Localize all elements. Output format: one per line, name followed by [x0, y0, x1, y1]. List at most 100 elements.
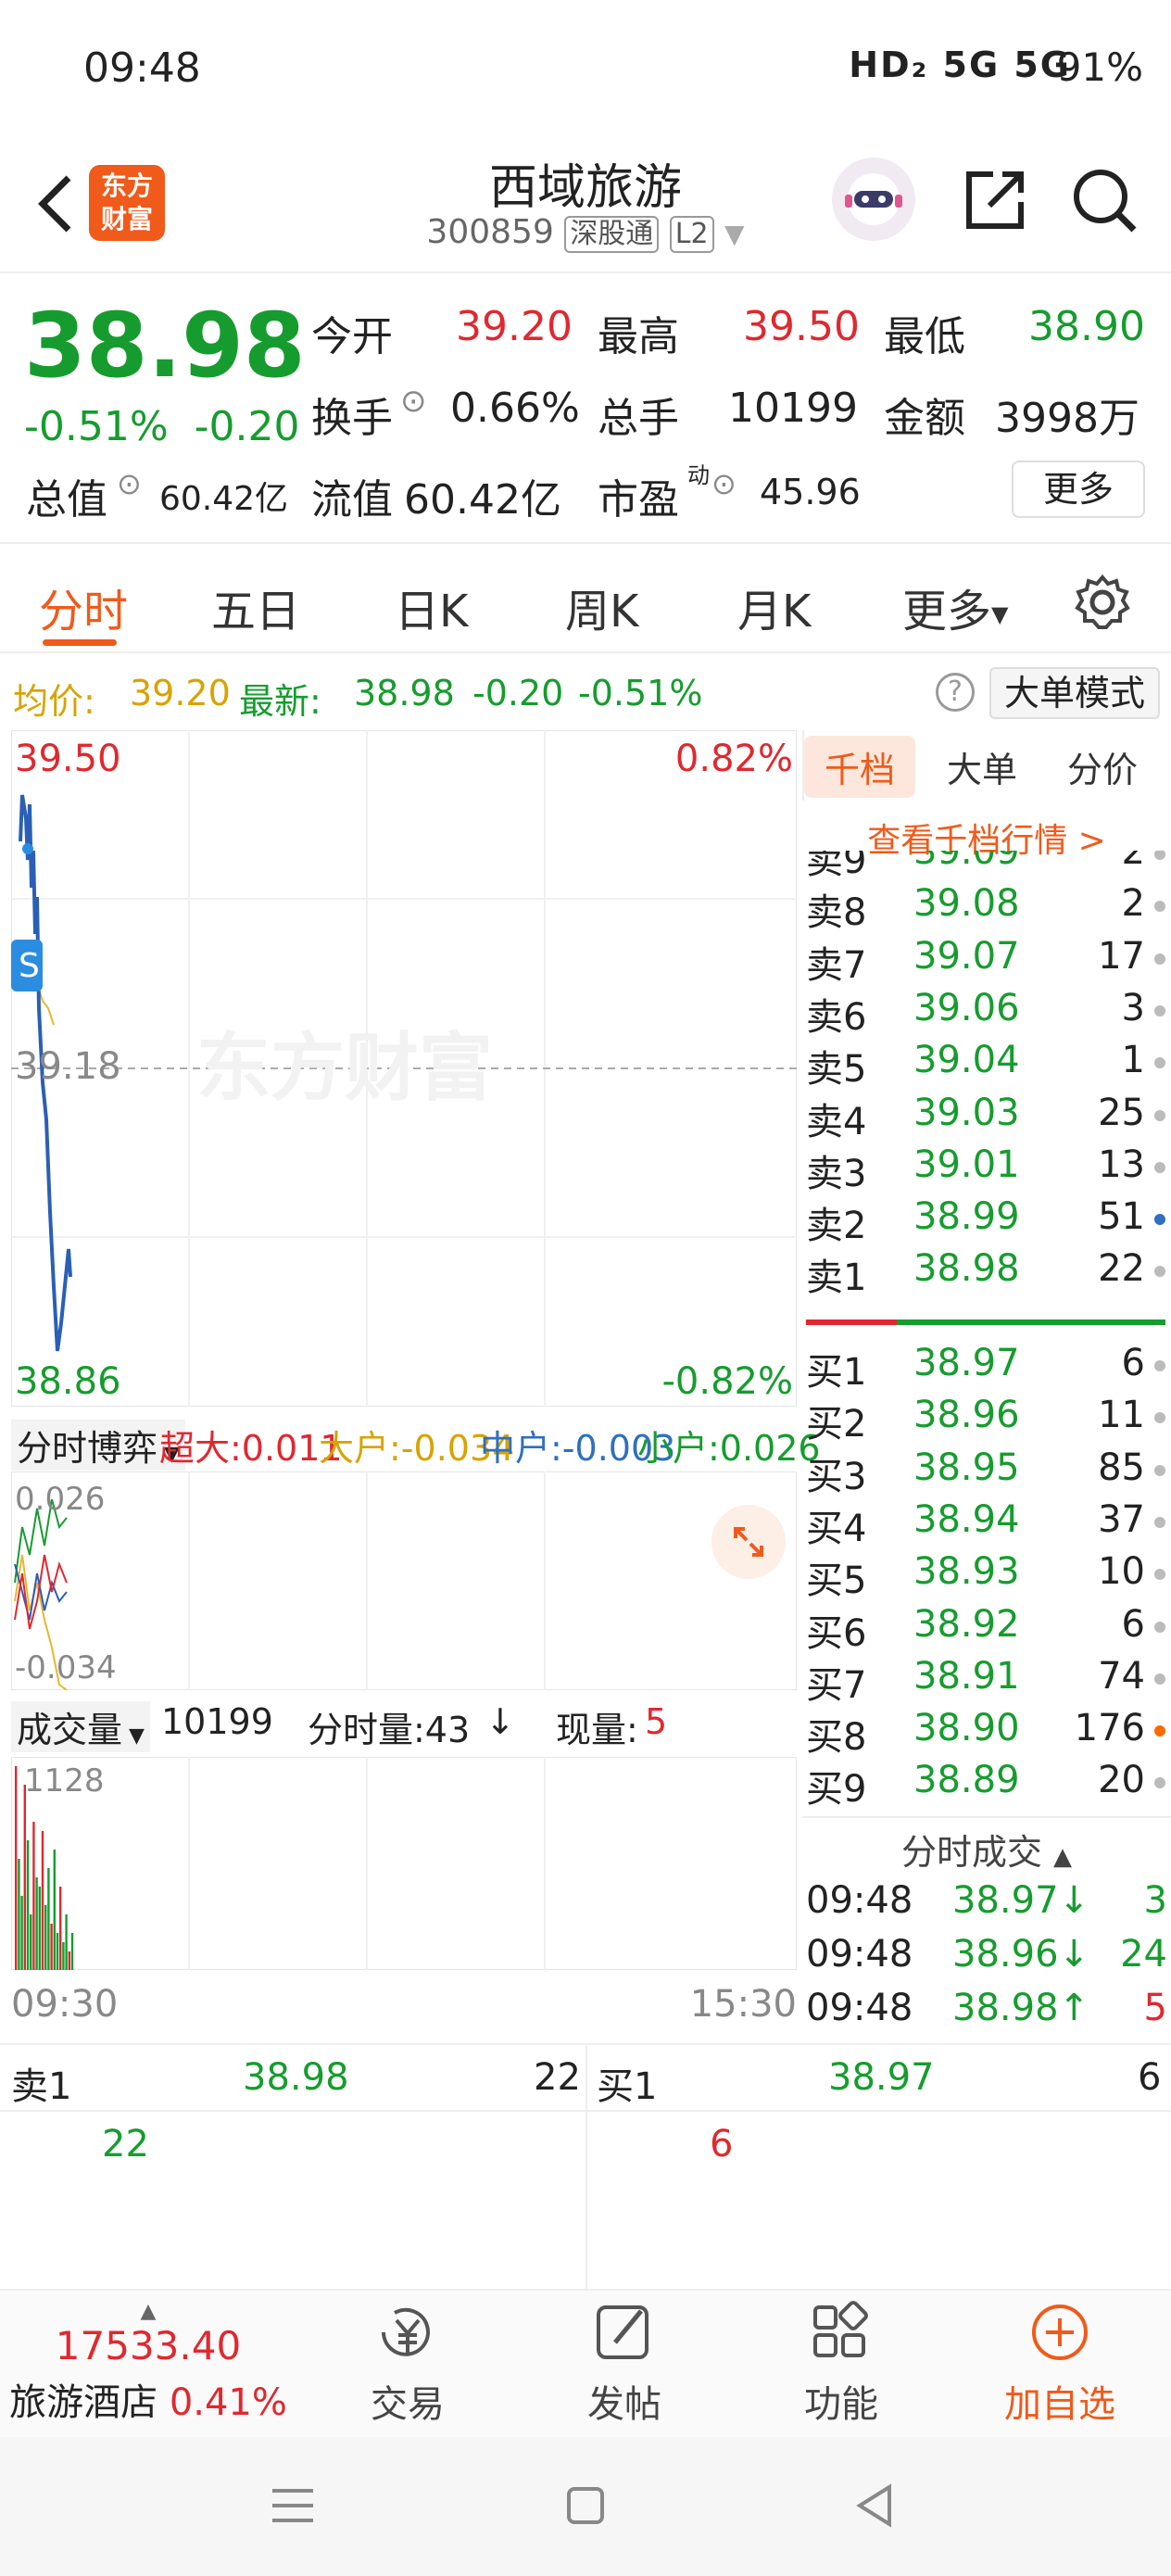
- tab-thousand-level[interactable]: 千档: [804, 736, 916, 798]
- function-button[interactable]: 功能: [749, 2300, 934, 2428]
- level-dot-icon: [1154, 1214, 1165, 1226]
- book.asks-row[interactable]: 卖6 39.06 3: [806, 987, 1165, 1039]
- book.bids-price: 38.97: [913, 1342, 1020, 1384]
- last-price: 38.98: [24, 294, 306, 398]
- info-icon[interactable]: ⊙: [711, 466, 737, 501]
- info-icon[interactable]: ⊙: [400, 383, 427, 420]
- level-dot-icon: [1154, 1569, 1165, 1581]
- tab-price-distribution[interactable]: 分价: [1067, 741, 1138, 792]
- intraday-chart[interactable]: S 东方财富 39.50 0.82% 39.18 38.86 -0.82%: [11, 730, 797, 1407]
- book.asks-row[interactable]: 卖8 39.08 2: [806, 882, 1165, 934]
- level-dot-icon: [1154, 1516, 1165, 1528]
- stock-code: 300859: [426, 213, 554, 251]
- trade-tick-row: 09:48 38.98↑ 5: [806, 1987, 1167, 2039]
- book.bids-volume: 74: [1098, 1654, 1145, 1698]
- sector-pct: 0.41%: [169, 2381, 287, 2424]
- book.bids-row[interactable]: 买4 38.94 37: [806, 1498, 1165, 1550]
- trade-list: 09:48 38.97↓ 3 09:48 38.96↓ 24 09:48 38.98↑ 5: [802, 1879, 1171, 2037]
- book.asks-row[interactable]: 卖2 38.99 51: [806, 1195, 1165, 1247]
- volume-total: 10199: [161, 1701, 273, 1742]
- best-bid-price: 38.97: [828, 2056, 935, 2099]
- trade-time: 09:48: [806, 1933, 913, 1976]
- book.bids-row[interactable]: 买6 38.92 6: [806, 1603, 1165, 1655]
- book.asks-price: 39.03: [913, 1091, 1020, 1134]
- book.bids-level: 买9: [806, 1768, 867, 1812]
- book.bids-row[interactable]: 买1 38.97 6: [806, 1342, 1165, 1394]
- level-dot-icon: [1154, 1161, 1165, 1173]
- tab-weekly-k[interactable]: 周K: [565, 575, 638, 639]
- book.bids-volume: 6: [1121, 1602, 1145, 1646]
- book.asks-row[interactable]: 卖3 39.01 13: [806, 1143, 1165, 1195]
- ask-list: 卖9 39.09 2 卖8 39.08 2 卖7 39.07 17 卖6 39.06 3 卖5 39.04…: [802, 851, 1171, 1314]
- more-button[interactable]: 更多: [1012, 461, 1145, 518]
- tab-large-orders[interactable]: 大单: [947, 741, 1017, 792]
- book.asks-row[interactable]: 卖4 39.03 25: [806, 1092, 1165, 1143]
- trade-price: 38.98↑: [952, 1987, 1090, 2029]
- sell-marker: S: [19, 947, 40, 985]
- settings-gear-icon[interactable]: [1073, 573, 1132, 636]
- expand-icon[interactable]: [711, 1505, 786, 1579]
- chart-bottom-price: 38.86: [15, 1360, 121, 1403]
- change-amt: -0.20: [194, 403, 300, 450]
- back-icon[interactable]: [847, 2478, 902, 2533]
- book.bids-volume: 176: [1074, 1707, 1145, 1750]
- book.asks-level: 卖8: [806, 891, 867, 935]
- add-watchlist-button[interactable]: 加自选: [967, 2300, 1152, 2428]
- tab-daily-k[interactable]: 日K: [395, 575, 468, 639]
- book.asks-price: 39.04: [913, 1039, 1020, 1082]
- fund-flow-svg: [11, 1471, 797, 1690]
- book.bids-row[interactable]: 买2 38.96 11: [806, 1394, 1165, 1446]
- triangle-up-icon: ▲: [1053, 1843, 1073, 1871]
- home-icon[interactable]: [558, 2478, 613, 2533]
- book.asks-price: 39.08: [913, 882, 1020, 926]
- book.asks-volume: 2: [1121, 851, 1145, 873]
- time-end: 15:30: [689, 1983, 797, 2026]
- book.asks-volume: 13: [1098, 1143, 1145, 1186]
- fund-bottom-value: -0.034: [15, 1649, 117, 1686]
- book.bids-row[interactable]: 买7 38.91 74: [806, 1655, 1165, 1707]
- system-nav-bar: [0, 2437, 1171, 2576]
- current-volume-value: 5: [645, 1701, 668, 1742]
- assistant-robot-icon[interactable]: [832, 158, 915, 241]
- big-order-mode-button[interactable]: 大单模式: [989, 667, 1160, 719]
- book.asks-row[interactable]: 卖9 39.09 2: [806, 851, 1165, 882]
- info-icon[interactable]: ⊙: [117, 466, 142, 501]
- book.asks-row[interactable]: 卖7 39.07 17: [806, 935, 1165, 987]
- level-dot-icon: [1154, 1777, 1165, 1789]
- search-icon[interactable]: [1071, 167, 1138, 234]
- volume-legend: 成交量 ▼ 10199 分时量:43 ↓ 现量: 5: [11, 1701, 797, 1753]
- menu-icon[interactable]: [265, 2478, 321, 2533]
- book.asks-price: 38.98: [913, 1247, 1020, 1291]
- best-quote-panel: 卖1 38.98 22 22 买1 38.97 6 6: [0, 2043, 1171, 2295]
- book.asks-row[interactable]: 卖1 38.98 22: [806, 1247, 1165, 1299]
- tab-five-day[interactable]: 五日: [211, 575, 300, 639]
- tab-intraday[interactable]: 分时: [39, 575, 128, 639]
- float-cap-value: 60.42亿: [404, 476, 561, 524]
- book.bids-level: 买5: [806, 1559, 867, 1603]
- sector-name: 旅游酒店: [9, 2381, 158, 2424]
- book.asks-level: 卖6: [806, 995, 867, 1039]
- book.bids-row[interactable]: 买3 38.95 85: [806, 1446, 1165, 1498]
- trade-ticks-title[interactable]: 分时成交 ▲: [802, 1824, 1171, 1875]
- fund-flow-chart[interactable]: 分时博弈 ▼ 超大:0.011 大户:-0.034 中户:-0.003 小户:0…: [11, 1412, 821, 1690]
- book.bids-row[interactable]: 买5 38.93 10: [806, 1550, 1165, 1602]
- share-icon[interactable]: [962, 167, 1028, 234]
- book.asks-row[interactable]: 卖5 39.04 1: [806, 1039, 1165, 1091]
- tab-more[interactable]: 更多▼: [902, 575, 1008, 639]
- level-dot-icon: [1154, 1673, 1165, 1685]
- book.bids-row[interactable]: 买8 38.90 176: [806, 1707, 1165, 1759]
- post-button[interactable]: 发帖: [532, 2300, 717, 2428]
- chart-tabs: 分时 五日 日K 周K 月K 更多▼: [0, 547, 1171, 653]
- battery-level: 91%: [1056, 44, 1143, 90]
- hk-connect-tag: 深股通: [564, 216, 660, 253]
- best-ask-price: 38.98: [243, 2056, 349, 2099]
- sector-index[interactable]: ▲ 17533.40 旅游酒店 0.41%: [0, 2300, 296, 2426]
- help-icon[interactable]: ?: [936, 673, 975, 712]
- trade-volume: 24: [1120, 1933, 1167, 1976]
- volume-selector[interactable]: 成交量 ▼: [11, 1701, 150, 1752]
- trade-button[interactable]: 交易: [315, 2300, 500, 2428]
- level-dot-icon: [1154, 1412, 1165, 1424]
- book.bids-row[interactable]: 买9 38.89 20: [806, 1759, 1165, 1811]
- tab-monthly-k[interactable]: 月K: [737, 575, 811, 639]
- volume-chart[interactable]: 成交量 ▼ 10199 分时量:43 ↓ 现量: 5 1128 09:30 15…: [11, 1696, 797, 2048]
